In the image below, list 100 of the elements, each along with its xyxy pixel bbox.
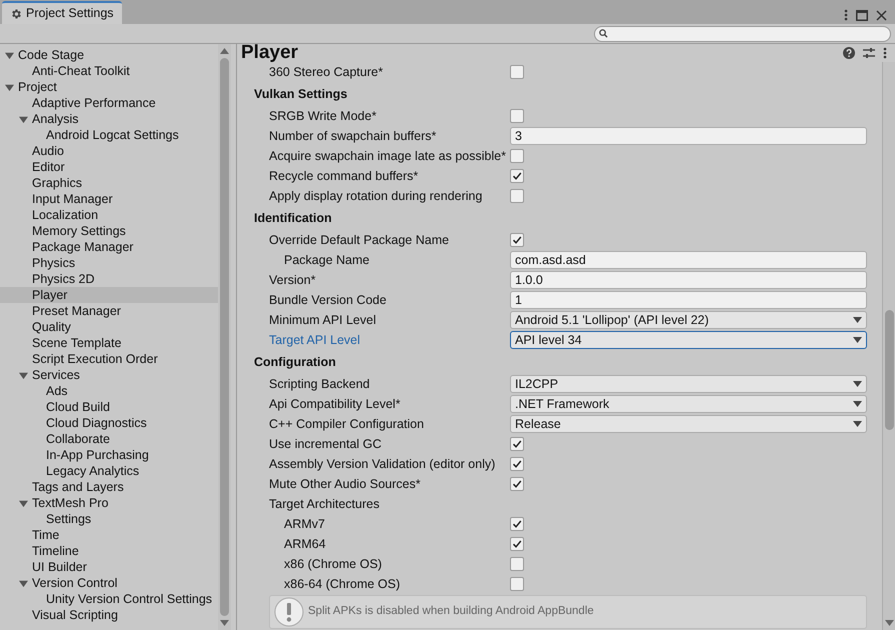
- scroll-down-icon[interactable]: [884, 620, 894, 626]
- search-field[interactable]: [594, 26, 891, 42]
- tree-item[interactable]: Scene Template: [0, 335, 218, 351]
- tree-item[interactable]: Version Control: [0, 575, 218, 591]
- field-label: Target Architectures: [268, 496, 380, 513]
- tree-item[interactable]: Physics: [0, 255, 218, 271]
- expanded-arrow-icon[interactable]: [19, 370, 28, 380]
- checkbox[interactable]: [510, 577, 524, 591]
- field-label: Acquire swapchain image late as possible*: [268, 148, 507, 165]
- tree-item[interactable]: Player: [0, 287, 218, 303]
- dropdown[interactable]: .NET Framework: [510, 395, 867, 413]
- tree-item[interactable]: Localization: [0, 207, 218, 223]
- tree-item[interactable]: UI Builder: [0, 559, 218, 575]
- tree-item[interactable]: Package Manager: [0, 239, 218, 255]
- more-options-icon[interactable]: [844, 9, 848, 21]
- checkbox[interactable]: [510, 189, 524, 203]
- scrollbar[interactable]: [218, 44, 231, 630]
- tree-item-label: UI Builder: [32, 558, 87, 576]
- dropdown[interactable]: Android 5.1 'Lollipop' (API level 22): [510, 311, 867, 329]
- field-label: Api Compatibility Level*: [268, 396, 402, 413]
- scroll-up-icon[interactable]: [220, 48, 229, 54]
- tree-item[interactable]: Preset Manager: [0, 303, 218, 319]
- tree-item[interactable]: Adaptive Performance: [0, 95, 218, 111]
- tree-item[interactable]: Audio: [0, 143, 218, 159]
- warning-icon: [274, 597, 304, 627]
- field-label: SRGB Write Mode*: [268, 108, 378, 125]
- dropdown[interactable]: IL2CPP: [510, 375, 867, 393]
- tree-item[interactable]: Project: [0, 79, 218, 95]
- expanded-arrow-icon[interactable]: [5, 50, 14, 60]
- checkbox[interactable]: [510, 169, 524, 183]
- checkbox[interactable]: [510, 557, 524, 571]
- window-title: Project Settings: [26, 5, 114, 22]
- text-field[interactable]: 1: [510, 291, 867, 309]
- checkbox[interactable]: [510, 149, 524, 163]
- close-icon[interactable]: [876, 10, 887, 20]
- text-field[interactable]: 3: [510, 127, 867, 145]
- expanded-arrow-icon[interactable]: [19, 498, 28, 508]
- checkbox[interactable]: [510, 477, 524, 491]
- tree-item[interactable]: Quality: [0, 319, 218, 335]
- expanded-arrow-icon[interactable]: [5, 82, 14, 92]
- tree-item[interactable]: Ads: [0, 383, 218, 399]
- more-options-icon[interactable]: [883, 47, 887, 59]
- dropdown-arrow-icon: [853, 381, 862, 387]
- tree-item[interactable]: Editor: [0, 159, 218, 175]
- dropdown[interactable]: API level 34: [510, 331, 867, 349]
- tree-item-label: Unity Version Control Settings: [46, 590, 212, 608]
- field-label: Minimum API Level: [268, 312, 377, 329]
- tree-item-label: Editor: [32, 158, 65, 176]
- tree-item[interactable]: Android Logcat Settings: [0, 127, 218, 143]
- checkbox[interactable]: [510, 65, 524, 79]
- tree-item[interactable]: Code Stage: [0, 47, 218, 63]
- expanded-arrow-icon[interactable]: [19, 114, 28, 124]
- tree-item[interactable]: Cloud Diagnostics: [0, 415, 218, 431]
- checkbox[interactable]: [510, 233, 524, 247]
- scrollbar[interactable]: [882, 62, 895, 630]
- sliders-icon[interactable]: [863, 47, 875, 59]
- tree-item-label: Graphics: [32, 174, 82, 192]
- scrollbar-thumb[interactable]: [884, 310, 894, 430]
- text-field[interactable]: com.asd.asd: [510, 251, 867, 269]
- checkbox[interactable]: [510, 517, 524, 531]
- tree-item[interactable]: In-App Purchasing: [0, 447, 218, 463]
- tree-item[interactable]: Cloud Build: [0, 399, 218, 415]
- checkbox[interactable]: [510, 457, 524, 471]
- tree-item-label: Physics 2D: [32, 270, 95, 288]
- scrollbar-thumb[interactable]: [220, 58, 229, 616]
- window-tab[interactable]: Project Settings: [2, 1, 122, 24]
- dropdown-arrow-icon: [853, 401, 862, 407]
- scroll-down-icon[interactable]: [220, 620, 229, 626]
- tree-item[interactable]: TextMesh Pro: [0, 495, 218, 511]
- field-label: Mute Other Audio Sources*: [268, 476, 422, 493]
- text-field[interactable]: 1.0.0: [510, 271, 867, 289]
- field-label: Assembly Version Validation (editor only): [268, 456, 496, 473]
- tree-item[interactable]: Script Execution Order: [0, 351, 218, 367]
- tree-item[interactable]: Physics 2D: [0, 271, 218, 287]
- tree-item[interactable]: Collaborate: [0, 431, 218, 447]
- field-label: Override Default Package Name: [268, 232, 450, 249]
- checkbox[interactable]: [510, 537, 524, 551]
- tree-item[interactable]: Visual Scripting: [0, 607, 218, 623]
- expanded-arrow-icon[interactable]: [19, 578, 28, 588]
- tree-item[interactable]: Unity Version Control Settings: [0, 591, 218, 607]
- maximize-icon[interactable]: [856, 10, 868, 20]
- search-icon: [599, 29, 608, 38]
- tree-item-label: Preset Manager: [32, 302, 121, 320]
- tree-item-label: Quality: [32, 318, 71, 336]
- tree-item-label: Adaptive Performance: [32, 94, 156, 112]
- tree-item[interactable]: Timeline: [0, 543, 218, 559]
- tree-item[interactable]: Anti-Cheat Toolkit: [0, 63, 218, 79]
- dropdown[interactable]: Release: [510, 415, 867, 433]
- tree-item[interactable]: Services: [0, 367, 218, 383]
- tree-item[interactable]: Tags and Layers: [0, 479, 218, 495]
- tree-item[interactable]: Graphics: [0, 175, 218, 191]
- tree-item[interactable]: Input Manager: [0, 191, 218, 207]
- help-icon[interactable]: [843, 47, 855, 59]
- tree-item[interactable]: Settings: [0, 511, 218, 527]
- tree-item[interactable]: Time: [0, 527, 218, 543]
- tree-item[interactable]: Analysis: [0, 111, 218, 127]
- tree-item[interactable]: Memory Settings: [0, 223, 218, 239]
- checkbox[interactable]: [510, 109, 524, 123]
- checkbox[interactable]: [510, 437, 524, 451]
- tree-item[interactable]: Legacy Analytics: [0, 463, 218, 479]
